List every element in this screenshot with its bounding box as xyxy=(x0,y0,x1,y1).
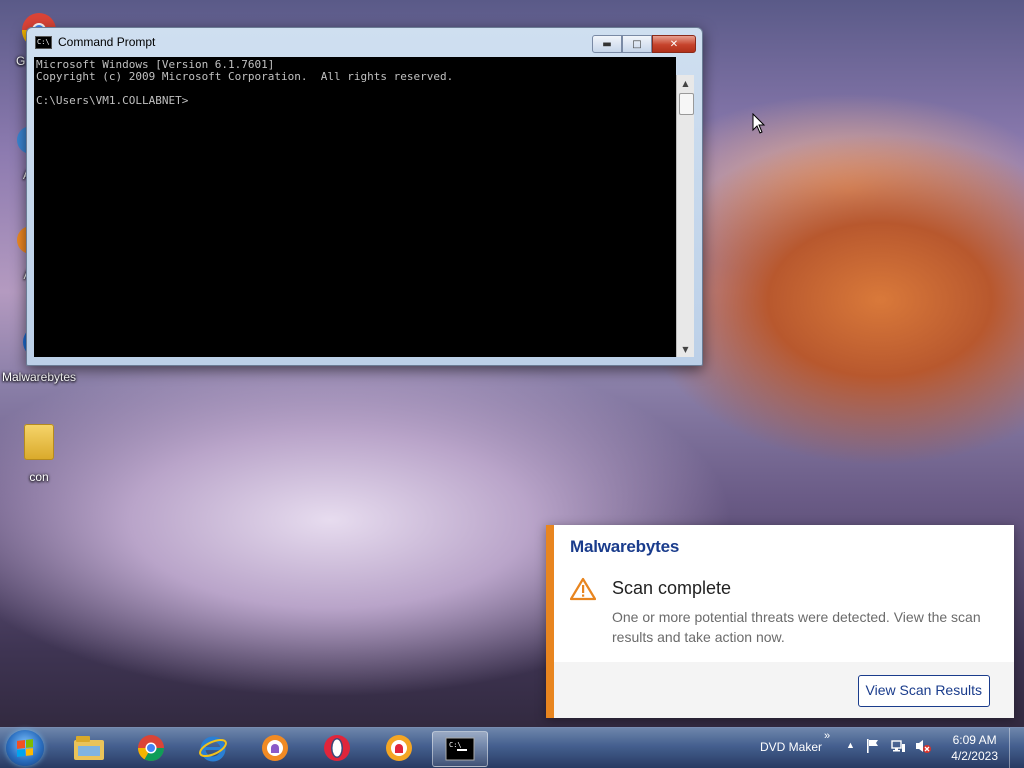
avast-secure-browser-icon xyxy=(262,735,288,761)
network-icon[interactable] xyxy=(890,738,906,757)
taskbar-avast-browser[interactable] xyxy=(372,731,426,765)
desktop-icon-label: con xyxy=(29,470,49,484)
windows-logo-icon xyxy=(17,739,33,757)
volume-muted-icon[interactable] xyxy=(914,738,932,757)
taskbar-command-prompt[interactable]: C:\ xyxy=(432,731,488,767)
clock-time: 6:09 AM xyxy=(952,733,997,747)
scroll-down-arrow-icon[interactable]: ▼ xyxy=(677,341,694,357)
system-clock[interactable]: 6:09 AM 4/2/2023 xyxy=(951,732,998,764)
notification-message: One or more potential threats were detec… xyxy=(612,609,981,645)
internet-explorer-icon xyxy=(199,736,227,762)
minimize-icon: ▬ xyxy=(602,38,612,50)
clock-date: 4/2/2023 xyxy=(951,749,998,763)
notification-accent-stripe xyxy=(546,525,554,718)
console-line: Copyright (c) 2009 Microsoft Corporation… xyxy=(36,70,454,83)
command-prompt-icon: C:\ xyxy=(445,737,475,761)
notification-title: Scan complete xyxy=(612,578,732,598)
taskbar-opera[interactable] xyxy=(310,731,364,765)
show-hidden-icons-icon[interactable]: ▲ xyxy=(846,740,855,750)
opera-icon xyxy=(324,735,350,761)
folder-icon xyxy=(19,424,59,468)
maximize-icon: □ xyxy=(632,38,642,50)
show-desktop-button[interactable] xyxy=(1009,728,1024,768)
toolbar-overflow-icon[interactable]: » xyxy=(824,730,830,742)
taskbar-avast-secure-browser[interactable] xyxy=(248,731,302,765)
chrome-icon xyxy=(137,735,165,762)
console-output[interactable]: Microsoft Windows [Version 6.1.7601] Copy… xyxy=(34,57,676,357)
vertical-scrollbar[interactable]: ▲ ▼ xyxy=(676,75,694,357)
scrollbar-thumb[interactable] xyxy=(679,93,694,115)
avast-browser-icon xyxy=(386,735,412,761)
explorer-icon xyxy=(74,736,104,760)
scroll-up-arrow-icon[interactable]: ▲ xyxy=(677,75,694,91)
action-center-flag-icon[interactable] xyxy=(866,738,880,757)
svg-text:C:\: C:\ xyxy=(449,741,462,749)
console-prompt: C:\Users\VM1.COLLABNET> xyxy=(36,94,189,107)
view-scan-results-button[interactable]: View Scan Results xyxy=(857,675,990,707)
toolbar-dvd-maker[interactable]: DVD Maker xyxy=(760,740,822,754)
taskbar-chrome[interactable] xyxy=(124,731,178,765)
malwarebytes-logo: Malwarebytes xyxy=(570,537,680,556)
taskbar: C:\ DVD Maker » ▲ 6:09 AM 4/2/2023 xyxy=(0,727,1024,768)
close-button[interactable]: ✕ xyxy=(652,35,696,53)
command-prompt-icon: C:\ xyxy=(35,35,52,49)
desktop-icon-label: Malwarebytes xyxy=(2,370,77,384)
window-title: Command Prompt xyxy=(58,35,156,49)
desktop-icon-con-folder[interactable]: con xyxy=(2,424,76,484)
command-prompt-window[interactable]: C:\ Command Prompt ▬ □ ✕ Microsoft Windo… xyxy=(26,27,703,366)
taskbar-internet-explorer[interactable] xyxy=(186,731,240,765)
malwarebytes-notification[interactable]: Malwarebytes Scan complete One or more p… xyxy=(546,525,1014,718)
close-icon: ✕ xyxy=(669,38,679,50)
taskbar-explorer[interactable] xyxy=(62,731,116,765)
warning-icon xyxy=(569,577,597,601)
start-button[interactable] xyxy=(6,730,44,766)
maximize-button[interactable]: □ xyxy=(622,35,652,53)
minimize-button[interactable]: ▬ xyxy=(592,35,622,53)
